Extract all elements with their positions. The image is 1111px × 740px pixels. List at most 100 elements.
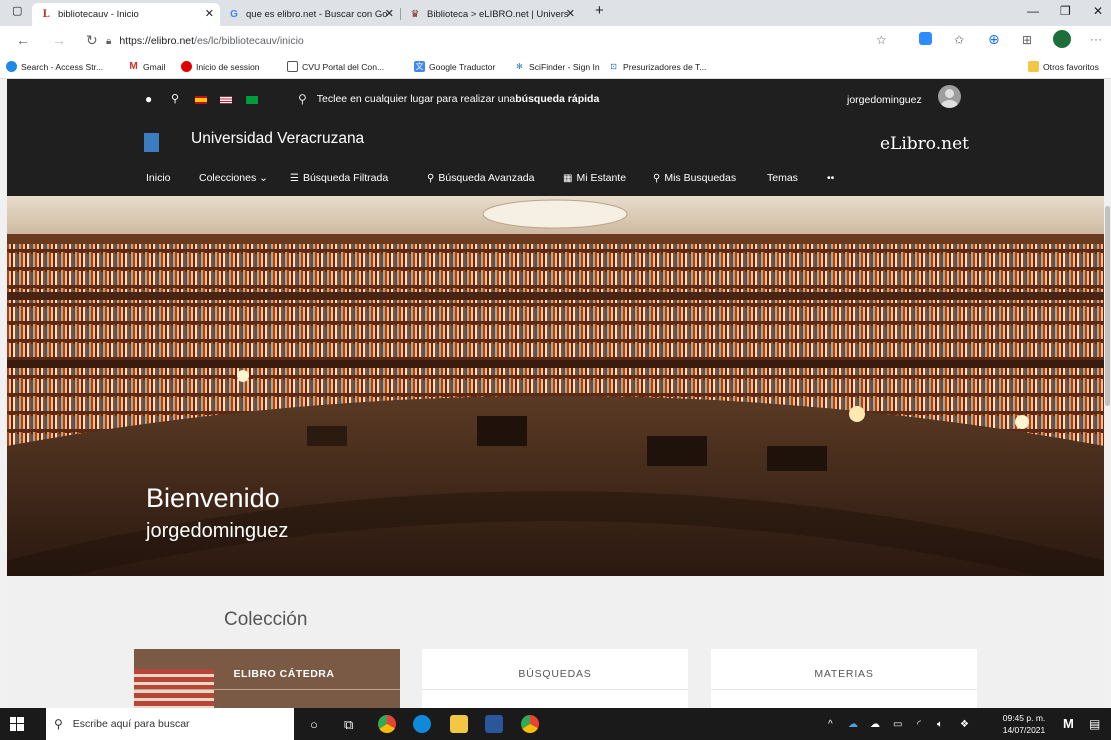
close-tab-icon[interactable]: ✕ (566, 7, 575, 20)
menu-label: Búsqueda Avanzada (438, 172, 535, 184)
bookmark-label: Google Traductor (429, 61, 496, 72)
chrome-icon[interactable] (378, 715, 396, 733)
menu-label: •• (827, 172, 835, 184)
translate-icon: 文 (414, 61, 425, 72)
tab-biblioteca[interactable]: ♛ Biblioteca > eLIBRO.net | Univers ✕ (401, 3, 581, 26)
user-avatar[interactable] (938, 85, 961, 108)
read-aloud-icon[interactable]: ☆ (876, 33, 887, 47)
collection-section: Colección ELIBRO CÁTEDRA BÚSQUEDAS MATER… (7, 576, 1104, 711)
forward-arrow-icon[interactable]: → (52, 32, 66, 48)
bookmark-google-traductor[interactable]: 文 Google Traductor (414, 61, 495, 72)
close-window-button[interactable]: ✕ (1093, 4, 1103, 18)
bookmark-inicio-session[interactable]: Inicio de session (181, 61, 260, 72)
brazil-flag-icon[interactable] (246, 96, 258, 104)
menu-busqueda-avanzada[interactable]: ⚲ Búsqueda Avanzada (427, 172, 534, 184)
lock-icon[interactable]: 🔒︎ (106, 36, 111, 47)
shelf-icon: ▦ (563, 172, 573, 184)
back-arrow-icon[interactable]: ← (16, 32, 30, 48)
menu-label: Mi Estante (576, 172, 627, 184)
word-icon[interactable] (485, 715, 503, 733)
site-header: ● ⚲ ⚲ Teclee en cualquier lugar para rea… (7, 79, 1104, 196)
bookmark-other-favorites[interactable]: Otros favoritos (1028, 61, 1099, 72)
scrollbar-thumb[interactable] (1105, 206, 1110, 406)
card-elibro-catedra[interactable]: ELIBRO CÁTEDRA (134, 649, 400, 711)
bookmark-scifinder[interactable]: ✻ SciFinder - Sign In (514, 61, 600, 72)
battery-icon[interactable]: ▭ (893, 719, 902, 730)
tab-title: bibliotecauv - Inicio (58, 9, 139, 20)
card-materias[interactable]: MATERIAS (711, 649, 977, 711)
tab-bibliotecauv[interactable]: L bibliotecauv - Inicio ✕ (32, 3, 220, 26)
file-explorer-icon[interactable] (450, 715, 468, 733)
hero-welcome: Bienvenido (146, 483, 280, 513)
page-scrollbar[interactable] (1104, 196, 1111, 708)
bookmark-search-access[interactable]: Search - Access Str... (6, 61, 103, 72)
menu-label: Mis Busquedas (664, 172, 737, 184)
taskbar-search-placeholder: Escribe aquí para buscar (72, 718, 190, 730)
link-icon[interactable]: ⚲ (171, 92, 179, 105)
new-tab-button[interactable]: + (595, 2, 604, 19)
bookmark-gmail[interactable]: M Gmail (128, 61, 165, 72)
profile-avatar[interactable] (1053, 30, 1071, 48)
collections-icon[interactable]: ⊞ (1022, 33, 1032, 47)
cortana-icon[interactable]: ○ (310, 717, 318, 732)
restore-button[interactable]: ❐ (1060, 4, 1071, 18)
onedrive-icon[interactable]: ☁ (870, 719, 880, 730)
search-icon: ⚲ (298, 92, 307, 106)
card-divider (711, 689, 977, 690)
filter-icon: ☰ (290, 172, 299, 184)
menu-mi-estante[interactable]: ▦ Mi Estante (563, 172, 626, 184)
spanish-flag-icon[interactable] (195, 96, 207, 104)
wifi-icon[interactable]: ◜ (917, 719, 921, 730)
quick-search-hint[interactable]: ⚲ Teclee en cualquier lugar para realiza… (298, 92, 599, 106)
edge-icon[interactable] (413, 715, 431, 733)
bookmark-presurizadores[interactable]: ⊡ Presurizadores de T... (608, 61, 706, 72)
menu-label: Inicio (146, 172, 171, 184)
taskbar-search-input[interactable]: ⚲ Escribe aquí para buscar (46, 708, 294, 740)
close-tab-icon[interactable]: ✕ (205, 7, 214, 20)
clock-time: 09:45 p. m. (1002, 713, 1046, 723)
gmail-icon: M (129, 61, 138, 72)
menu-inicio[interactable]: Inicio (146, 172, 171, 184)
globe-icon[interactable]: ● (145, 92, 152, 106)
card-title: ELIBRO CÁTEDRA (233, 668, 335, 680)
menu-temas[interactable]: Temas (767, 172, 798, 184)
menu-label: Colecciones ⌄ (199, 172, 268, 184)
menu-more[interactable]: •• (827, 172, 834, 184)
presurizadores-icon: ⊡ (610, 62, 617, 71)
minimize-button[interactable]: — (1027, 4, 1039, 18)
card-title: MATERIAS (814, 668, 874, 680)
refresh-icon[interactable]: ↻ (86, 32, 98, 49)
onedrive-icon[interactable]: ☁ (848, 719, 858, 730)
us-flag-icon[interactable] (220, 96, 232, 104)
globe-icon (6, 61, 17, 72)
system-clock[interactable]: 09:45 p. m. 14/07/2021 (994, 712, 1054, 736)
favorites-icon[interactable]: ✩ (954, 33, 964, 47)
show-hidden-icons[interactable]: ^ (828, 719, 833, 730)
menu-label: Temas (767, 172, 798, 184)
volume-icon[interactable]: 🔈︎ (937, 719, 943, 730)
menu-mis-busquedas[interactable]: ⚲ Mis Busquedas (653, 172, 736, 184)
tab-google-search[interactable]: G que es elibro.net - Buscar con Go ✕ (220, 3, 400, 26)
menu-label: Búsqueda Filtrada (302, 172, 389, 184)
bookmark-label: Gmail (143, 61, 166, 72)
windows-start-icon[interactable] (10, 717, 24, 731)
dropbox-icon[interactable]: ❖ (960, 719, 969, 730)
tab-actions-icon[interactable]: ▢ (12, 4, 22, 17)
username-label[interactable]: jorgedominguez (847, 94, 922, 106)
card-divider (134, 689, 400, 690)
close-tab-icon[interactable]: ✕ (385, 7, 394, 20)
red-circle-icon (181, 61, 192, 72)
download-icon[interactable]: ⊕ (988, 31, 1000, 48)
app-icon[interactable]: M (1063, 716, 1074, 731)
url-field[interactable]: 🔒︎ https://elibro.net/es/lc/bibliotecauv… (106, 30, 866, 52)
chrome-icon[interactable] (521, 715, 539, 733)
task-view-icon[interactable]: ⧉ (344, 717, 353, 733)
more-options-icon[interactable]: ··· (1090, 32, 1102, 46)
zoom-extension-icon[interactable] (919, 32, 932, 45)
card-busquedas[interactable]: BÚSQUEDAS (422, 649, 688, 711)
menu-busqueda-filtrada[interactable]: ☰ Búsqueda Filtrada (290, 172, 388, 184)
elibro-brand[interactable]: eLibro.net (880, 134, 969, 154)
notifications-icon[interactable]: ▤ (1089, 717, 1100, 731)
menu-colecciones[interactable]: Colecciones ⌄ (199, 172, 268, 184)
bookmark-cvu[interactable]: CVU Portal del Con... (287, 61, 384, 72)
